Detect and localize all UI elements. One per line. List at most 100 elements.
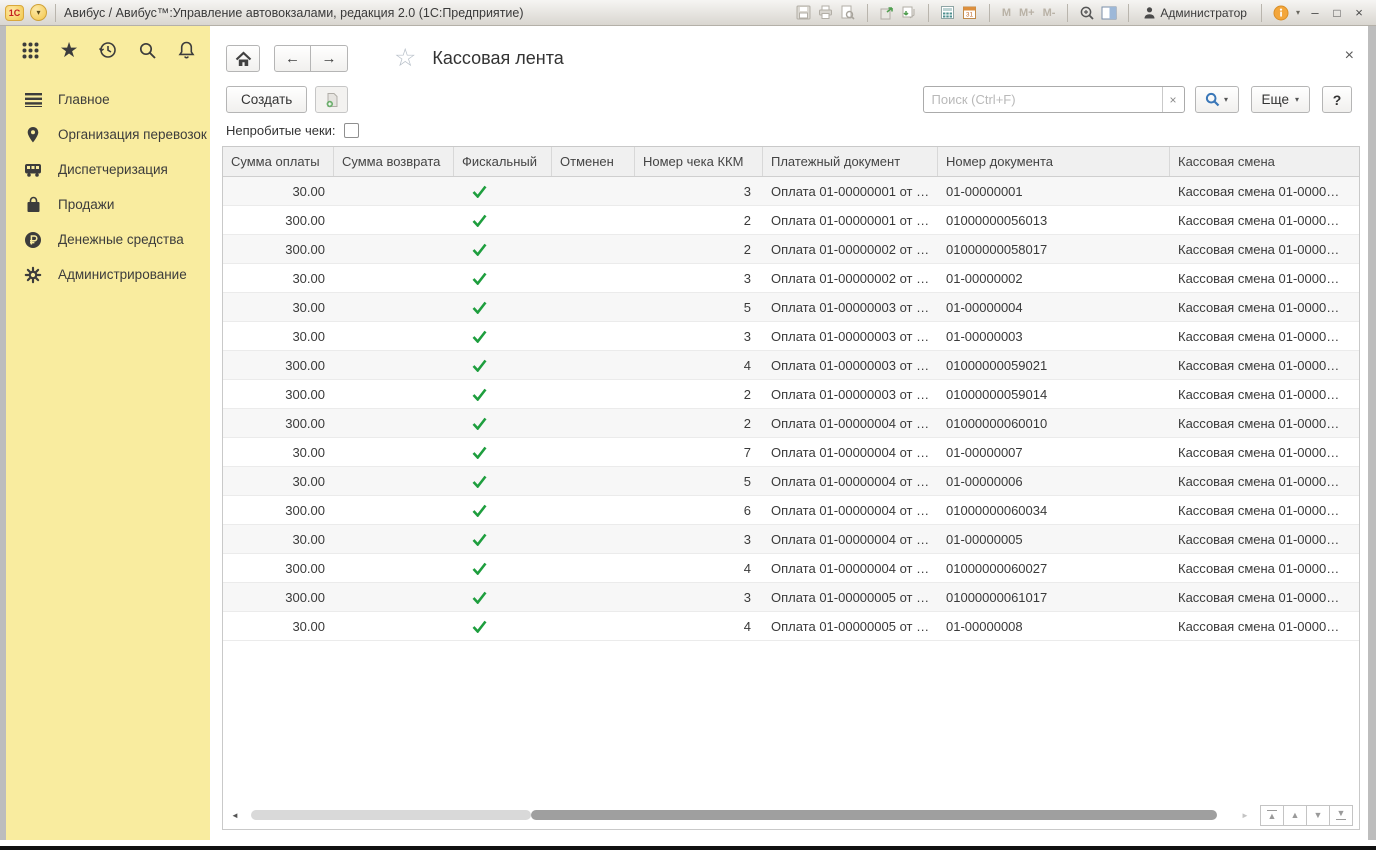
table-row[interactable]: 300.00 4 Оплата 01-00000004 от … 0100000…: [223, 554, 1359, 583]
table-row[interactable]: 30.00 3 Оплата 01-00000002 от … 01-00000…: [223, 264, 1359, 293]
cell-canceled: [552, 525, 635, 553]
cell-payment-sum: 30.00: [223, 438, 334, 466]
search-icon[interactable]: [133, 36, 161, 64]
split-view-icon[interactable]: [1098, 3, 1120, 23]
cell-fiscal: [454, 438, 552, 466]
sidebar-item-main[interactable]: Главное: [6, 82, 210, 117]
chevron-down-icon[interactable]: ▾: [1292, 8, 1304, 17]
search-magnifier-icon: [1205, 92, 1220, 107]
cell-payment-document: Оплата 01-00000005 от …: [763, 583, 938, 611]
upload-icon[interactable]: [876, 3, 898, 23]
table-row[interactable]: 300.00 6 Оплата 01-00000004 от … 0100000…: [223, 496, 1359, 525]
table-row[interactable]: 30.00 5 Оплата 01-00000003 от … 01-00000…: [223, 293, 1359, 322]
scrollbar-segment: [251, 810, 531, 820]
column-header[interactable]: Отменен: [552, 147, 635, 176]
copy-document-button[interactable]: [315, 86, 348, 113]
info-icon[interactable]: [1270, 3, 1292, 23]
table-row[interactable]: 30.00 3 Оплата 01-00000001 от … 01-00000…: [223, 177, 1359, 206]
cell-refund-sum: [334, 409, 454, 437]
cash-tape-list: Сумма оплатыСумма возвратаФискальныйОтме…: [222, 146, 1360, 830]
maximize-button[interactable]: □: [1326, 3, 1348, 23]
go-first-button[interactable]: ▲: [1260, 805, 1284, 826]
fiscal-check-icon: [472, 330, 487, 343]
back-button[interactable]: ←: [274, 45, 311, 72]
history-icon[interactable]: [94, 36, 122, 64]
table-row[interactable]: 300.00 4 Оплата 01-00000003 от … 0100000…: [223, 351, 1359, 380]
cell-cash-shift: Кассовая смена 01-0000…: [1170, 438, 1359, 466]
scrollbar-thumb[interactable]: [531, 810, 1217, 820]
close-button[interactable]: ×: [1348, 3, 1370, 23]
app-window: 1С ▾ Авибус / Авибус™:Управление автовок…: [0, 0, 1376, 846]
column-header[interactable]: Номер чека ККМ: [635, 147, 763, 176]
go-down-button[interactable]: ▼: [1306, 805, 1330, 826]
cell-payment-sum: 30.00: [223, 322, 334, 350]
table-row[interactable]: 30.00 3 Оплата 01-00000004 от … 01-00000…: [223, 525, 1359, 554]
column-header[interactable]: Платежный документ: [763, 147, 938, 176]
cell-payment-sum: 300.00: [223, 380, 334, 408]
notifications-bell-icon[interactable]: [172, 36, 200, 64]
scroll-right-icon[interactable]: ►: [1239, 811, 1251, 820]
calculator-icon[interactable]: [937, 3, 959, 23]
memory-add-button[interactable]: M+: [1015, 7, 1039, 19]
sidebar-item-administration[interactable]: Администрирование: [6, 257, 210, 292]
unreceipted-checks-checkbox[interactable]: [344, 123, 359, 138]
search-input[interactable]: [924, 87, 1162, 112]
scrollbar-track[interactable]: [245, 809, 1235, 821]
current-user[interactable]: Администратор: [1137, 6, 1253, 20]
create-button[interactable]: Создать: [226, 86, 307, 113]
column-header[interactable]: Фискальный: [454, 147, 552, 176]
cell-cash-shift: Кассовая смена 01-0000…: [1170, 380, 1359, 408]
favorites-icon[interactable]: ★: [55, 36, 83, 64]
cell-document-number: 01-00000004: [938, 293, 1170, 321]
cell-payment-sum: 300.00: [223, 235, 334, 263]
sidebar-item-sales[interactable]: Продажи: [6, 187, 210, 222]
column-header[interactable]: Номер документа: [938, 147, 1170, 176]
minimize-button[interactable]: –: [1304, 3, 1326, 23]
favorite-star-icon[interactable]: ☆: [394, 46, 416, 71]
table-row[interactable]: 300.00 2 Оплата 01-00000002 от … 0100000…: [223, 235, 1359, 264]
more-button[interactable]: Еще ▾: [1251, 86, 1310, 113]
save-icon[interactable]: [793, 3, 815, 23]
table-row[interactable]: 300.00 2 Оплата 01-00000004 от … 0100000…: [223, 409, 1359, 438]
help-button[interactable]: ?: [1322, 86, 1352, 113]
table-row[interactable]: 300.00 3 Оплата 01-00000005 от … 0100000…: [223, 583, 1359, 612]
table-row[interactable]: 300.00 2 Оплата 01-00000003 от … 0100000…: [223, 380, 1359, 409]
fiscal-check-icon: [472, 214, 487, 227]
print-icon[interactable]: [815, 3, 837, 23]
calendar-icon[interactable]: 31: [959, 3, 981, 23]
cell-fiscal: [454, 525, 552, 553]
sidebar-item-dispatching[interactable]: Диспетчеризация: [6, 152, 210, 187]
sections-grid-icon[interactable]: [16, 36, 44, 64]
cell-refund-sum: [334, 293, 454, 321]
go-last-button[interactable]: ▼: [1329, 805, 1353, 826]
search-button[interactable]: ▾: [1195, 86, 1239, 113]
sidebar-item-cash-funds[interactable]: Денежные средства: [6, 222, 210, 257]
column-header[interactable]: Сумма оплаты: [223, 147, 334, 176]
print-preview-icon[interactable]: [837, 3, 859, 23]
svg-text:31: 31: [966, 12, 974, 19]
cell-payment-sum: 30.00: [223, 293, 334, 321]
table-row[interactable]: 300.00 2 Оплата 01-00000001 от … 0100000…: [223, 206, 1359, 235]
cell-refund-sum: [334, 235, 454, 263]
memory-recall-button[interactable]: M: [998, 7, 1015, 19]
memory-subtract-button[interactable]: M-: [1039, 7, 1060, 19]
search-clear-icon[interactable]: ×: [1162, 87, 1184, 112]
sidebar-item-transport-organization[interactable]: Организация перевозок: [6, 117, 210, 152]
cell-kkm-number: 3: [635, 177, 763, 205]
form-close-icon[interactable]: ×: [1345, 48, 1354, 64]
table-row[interactable]: 30.00 3 Оплата 01-00000003 от … 01-00000…: [223, 322, 1359, 351]
column-header[interactable]: Кассовая смена: [1170, 147, 1359, 176]
zoom-icon[interactable]: [1076, 3, 1098, 23]
table-row[interactable]: 30.00 5 Оплата 01-00000004 от … 01-00000…: [223, 467, 1359, 496]
go-up-button[interactable]: ▲: [1283, 805, 1307, 826]
download-icon[interactable]: [898, 3, 920, 23]
cell-cash-shift: Кассовая смена 01-0000…: [1170, 583, 1359, 611]
column-header[interactable]: Сумма возврата: [334, 147, 454, 176]
main-menu-button[interactable]: ▾: [30, 4, 47, 21]
home-button[interactable]: [226, 45, 260, 72]
forward-button[interactable]: →: [311, 45, 348, 72]
table-row[interactable]: 30.00 7 Оплата 01-00000004 от … 01-00000…: [223, 438, 1359, 467]
table-row[interactable]: 30.00 4 Оплата 01-00000005 от … 01-00000…: [223, 612, 1359, 641]
scroll-left-icon[interactable]: ◄: [229, 811, 241, 820]
cell-canceled: [552, 380, 635, 408]
